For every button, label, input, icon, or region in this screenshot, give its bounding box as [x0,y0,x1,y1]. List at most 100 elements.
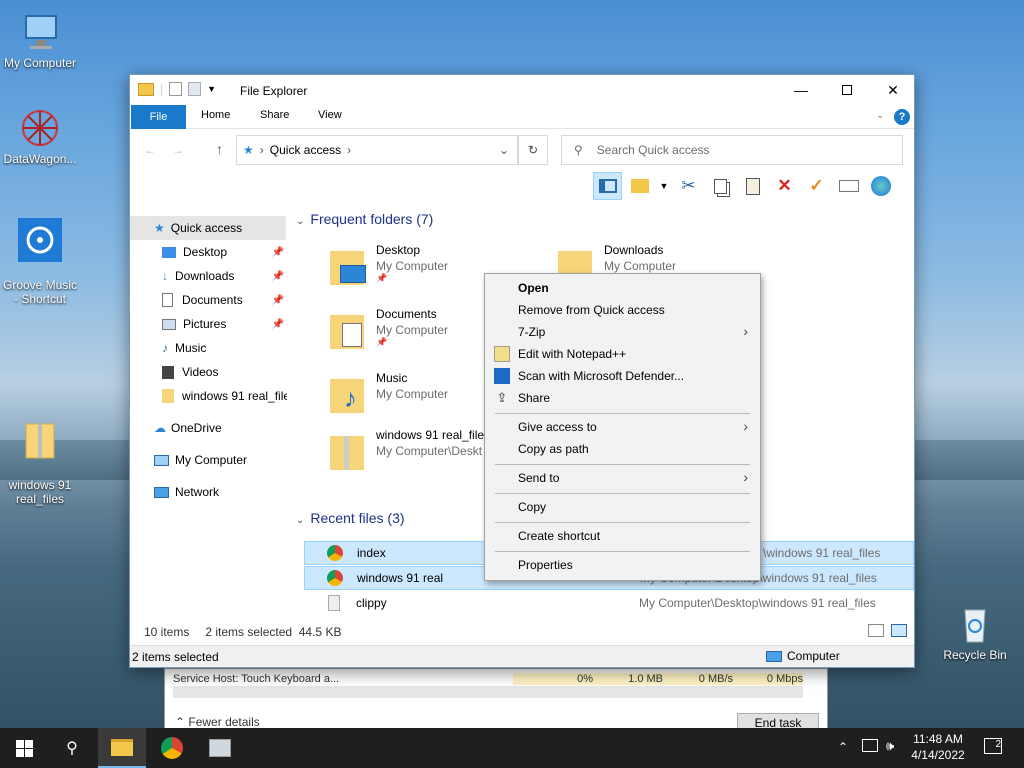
details-view-icon[interactable] [868,624,884,637]
menu-separator [495,464,750,465]
new-folder-icon[interactable] [625,172,654,200]
sidebar-item-label: My Computer [175,453,248,467]
sidebar-item-label: Desktop [183,245,228,259]
folder-name: Documents [376,307,437,321]
tab-share[interactable]: Share [260,109,289,121]
horizontal-scrollbar[interactable] [173,686,803,698]
recent-files-header[interactable]: ⌄ Recent files (3) [296,510,405,526]
menu-item-share[interactable]: Share [518,388,550,408]
folder-icon[interactable] [138,82,154,96]
copy-icon[interactable] [706,172,735,200]
tab-home[interactable]: Home [201,109,230,121]
sidebar-item-documents[interactable]: Documents 📌 [162,288,286,312]
pin-icon: 📌 [271,318,284,330]
sidebar-item-quick-access[interactable]: ★ Quick access [130,216,286,240]
chevron-down-icon[interactable]: ▼ [657,172,671,200]
address-bar[interactable]: ★ › Quick access › ⌄ [236,135,518,165]
menu-item-edit-notepad[interactable]: Edit with Notepad++ [518,344,626,364]
desktop-icon-my-computer[interactable]: My Computer [0,10,80,70]
chrome-icon [327,570,343,586]
frequent-folders-header[interactable]: ⌄ Frequent folders (7) [296,211,433,227]
menu-item-remove-quick-access[interactable]: Remove from Quick access [518,300,665,320]
desktop-icon-windows91-zip[interactable]: windows 91 real_files [0,404,80,520]
rename-check-icon[interactable]: ✓ [802,172,831,200]
menu-item-copy[interactable]: Copy [518,497,546,517]
up-arrow-icon[interactable]: ↑ [216,141,223,157]
sidebar-item-desktop[interactable]: Desktop 📌 [162,240,286,264]
maximize-button[interactable] [824,75,870,105]
folder-tile-documents[interactable]: Documents My Computer 📌 [330,307,448,349]
cut-icon[interactable]: ✂ [674,172,703,200]
bottom-status-bar: 2 items selected Computer [130,645,914,667]
globe-icon[interactable] [866,172,895,200]
chevron-down-icon: ⌄ [296,216,305,227]
properties-icon[interactable] [169,82,183,96]
start-button[interactable] [0,728,48,768]
notification-center-button[interactable]: 2 [984,738,1002,754]
fewer-details-button[interactable]: ⌃ Fewer details [175,715,260,729]
forward-arrow-icon[interactable]: → [172,143,184,157]
menu-item-scan-defender[interactable]: Scan with Microsoft Defender... [518,366,684,386]
minimize-button[interactable]: — [778,75,824,105]
taskbar-chrome[interactable] [148,728,196,768]
menu-item-properties[interactable]: Properties [518,555,573,575]
sidebar-item-onedrive[interactable]: ☁ OneDrive [154,416,222,440]
large-icons-view-icon[interactable] [891,624,907,637]
sidebar-item-my-computer[interactable]: My Computer [154,448,247,472]
desktop-icon-label: DataWagon... [3,152,77,166]
sidebar-item-music[interactable]: ♪ Music [162,336,206,360]
taskbar: ⚲ ⌃ 🕪 11:48 AM 4/14/2022 2 [0,728,1024,768]
menu-item-copy-as-path[interactable]: Copy as path [518,439,589,459]
preview-pane-icon[interactable] [593,172,622,200]
tab-file[interactable]: File [131,105,186,129]
back-arrow-icon[interactable]: ← [144,143,156,157]
search-input[interactable]: ⚲ Search Quick access [561,135,903,165]
delete-icon[interactable]: ✕ [770,172,799,200]
address-dropdown-icon[interactable]: ⌄ [499,143,509,157]
paste-icon[interactable] [738,172,767,200]
folder-tile-windows91[interactable]: windows 91 real_file My Computer\Deskt [330,428,484,470]
new-folder-icon[interactable] [188,82,202,96]
menu-item-open[interactable]: Open [518,278,549,298]
taskbar-file-explorer[interactable] [98,728,146,768]
desktop-icon-label: Recycle Bin [943,648,1007,662]
file-name: windows 91 real [357,571,444,585]
close-button[interactable]: ✕ [870,75,916,105]
menu-item-send-to[interactable]: Send to [518,468,559,488]
help-icon[interactable]: ? [894,109,910,125]
menu-item-create-shortcut[interactable]: Create shortcut [518,526,600,546]
tray-chevron-up-icon[interactable]: ⌃ [838,740,848,754]
navigation-pane: ★ Quick access Desktop 📌 ↓ Downloads 📌 Docum… [130,216,290,616]
ribbon-expand-icon[interactable]: ⌄ [876,110,884,121]
network-icon[interactable] [862,739,878,752]
search-button[interactable]: ⚲ [48,728,96,768]
sidebar-item-windows91[interactable]: windows 91 real_file [162,384,287,408]
file-name: index [357,546,386,560]
item-count: 10 items [144,625,190,639]
refresh-button[interactable]: ↻ [518,135,548,165]
file-path: \windows 91 real_files [763,546,881,560]
folder-tile-desktop[interactable]: Desktop My Computer 📌 [330,243,448,285]
tab-view[interactable]: View [318,109,342,121]
chevron-down-icon[interactable]: ▼ [207,84,216,94]
divider: | [160,82,164,96]
task-manager-row[interactable]: Service Host: Touch Keyboard a... 0% 1.0… [173,673,813,685]
clock[interactable]: 11:48 AM 4/14/2022 [905,731,971,763]
navigation-bar: ← → ↑ ★ › Quick access › ⌄ ↻ ⚲ Search Qui… [130,129,914,169]
chevron-right-icon: › [743,418,748,434]
desktop-icon-recycle-bin[interactable]: Recycle Bin [935,602,1015,662]
volume-icon[interactable]: 🕪 [886,738,894,754]
sidebar-item-network[interactable]: Network [154,480,219,504]
desktop-icon-datawagon[interactable]: DataWagon... [0,106,80,166]
sidebar-item-videos[interactable]: Videos [162,360,218,384]
menu-item-7zip[interactable]: 7-Zip [518,322,545,342]
taskbar-task-manager[interactable] [196,728,244,768]
desktop-icon-groove-music[interactable]: Groove Music - Shortcut [0,204,80,320]
location-indicator: Computer [766,649,840,663]
email-icon[interactable] [834,172,863,200]
sidebar-item-downloads[interactable]: ↓ Downloads 📌 [162,264,286,288]
table-row[interactable]: clippy My Computer\Desktop\windows 91 rea… [304,591,914,615]
folder-tile-music[interactable]: ♪ Music My Computer [330,371,448,413]
sidebar-item-pictures[interactable]: Pictures 📌 [162,312,286,336]
menu-item-give-access[interactable]: Give access to [518,417,597,437]
